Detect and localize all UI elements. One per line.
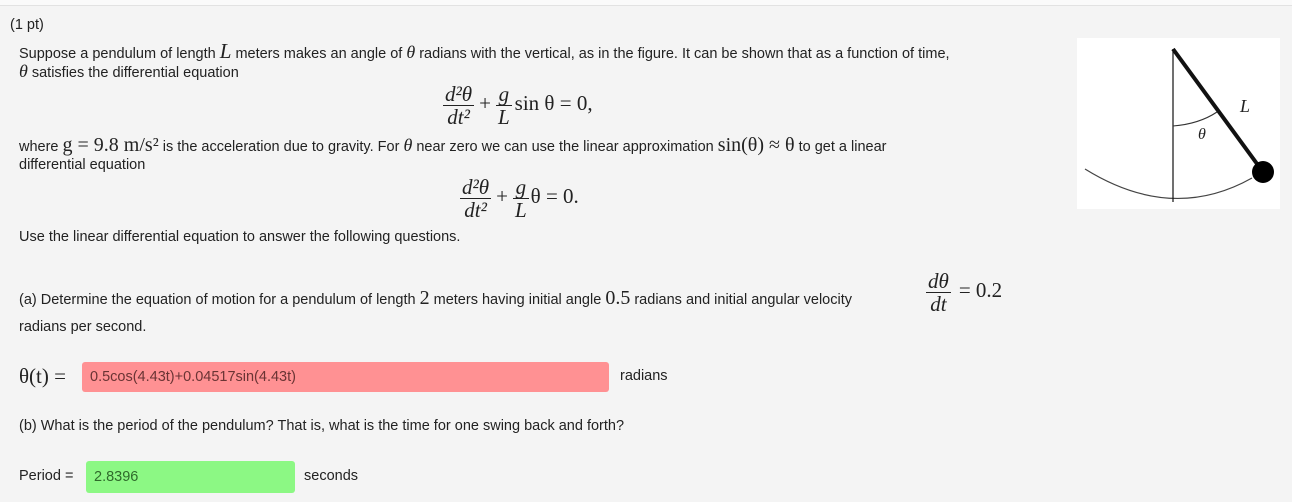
- frac-num: d²θ: [443, 82, 475, 106]
- pendulum-diagram: L θ: [1084, 47, 1274, 202]
- second-derivative-fraction: d²θ dt²: [443, 82, 475, 129]
- angle-arc: [1172, 111, 1218, 127]
- units-seconds: seconds: [304, 468, 359, 484]
- part-a-question: (a) Determine the equation of motion for…: [19, 287, 852, 310]
- var-theta: θ: [403, 135, 413, 155]
- equation-rest: sin θ = 0,: [514, 91, 593, 116]
- var-L: L: [219, 39, 232, 63]
- instruction-text: Use the linear differential equation to …: [19, 229, 461, 245]
- where-text-4: to get a linear: [794, 139, 887, 155]
- velocity-value: = 0.2: [958, 278, 1003, 303]
- var-theta: θ: [406, 42, 416, 62]
- part-b-question: (b) What is the period of the pendulum? …: [19, 418, 625, 434]
- frac-num: g: [495, 83, 512, 106]
- part-a-text-3: radians and initial angular velocity: [630, 292, 852, 308]
- intro-text-4: satisfies the differential equation: [27, 65, 239, 81]
- where-text-1: where: [19, 139, 63, 155]
- where-line-2: differential equation: [19, 157, 146, 173]
- top-border: [0, 0, 1292, 6]
- second-derivative-fraction: d²θ dt²: [460, 175, 492, 222]
- equation-linear: d²θ dt² + g Lθ = 0.: [460, 176, 579, 221]
- sin-approximation: sin(θ) ≈ θ: [717, 134, 795, 156]
- g-over-L-fraction: gL: [512, 176, 529, 222]
- intro-text-2: meters makes an angle of: [231, 46, 407, 62]
- angle-value: 0.5: [605, 287, 631, 309]
- length-value: 2: [419, 287, 430, 309]
- theta-t-label: θ(t) =: [19, 364, 66, 388]
- part-a-text-4: radians per second.: [19, 319, 147, 335]
- where-text-3: near zero we can use the linear approxim…: [412, 139, 718, 155]
- where-text-2: is the acceleration due to gravity. For: [158, 139, 404, 155]
- equation-rest: θ = 0.: [530, 184, 579, 209]
- var-theta: θ: [19, 61, 28, 81]
- units-radians: radians: [620, 368, 668, 384]
- pendulum-bob: [1252, 161, 1274, 183]
- intro-text-1: Suppose a pendulum of length: [19, 46, 220, 62]
- frac-den: dt²: [447, 105, 470, 129]
- plus-sign: +: [496, 184, 508, 209]
- label-theta: θ: [1198, 126, 1206, 143]
- frac-num: dθ: [926, 269, 951, 293]
- equation-nonlinear: d²θ dt² + g Lsin θ = 0,: [443, 83, 593, 128]
- points-label: (1 pt): [10, 17, 44, 33]
- frac-num: g: [512, 176, 529, 199]
- gravity-expression: g = 9.8 m/s²: [62, 134, 159, 156]
- plus-sign: +: [479, 91, 491, 116]
- where-line-1: where g = 9.8 m/s² is the acceleration d…: [19, 134, 886, 157]
- part-a-text-1: (a) Determine the equation of motion for…: [19, 292, 420, 308]
- part-a-text-2: meters having initial angle: [429, 292, 606, 308]
- frac-den: L: [497, 105, 510, 129]
- frac-num: d²θ: [460, 175, 492, 199]
- intro-text-3: radians with the vertical, as in the fig…: [415, 46, 950, 62]
- pendulum-figure: L θ: [1077, 38, 1280, 209]
- label-L: L: [1239, 96, 1250, 116]
- period-answer-input[interactable]: 2.8396: [86, 461, 295, 493]
- theta-answer-input[interactable]: 0.5cos(4.43t)+0.04517sin(4.43t): [82, 362, 609, 392]
- period-label: Period =: [19, 468, 74, 484]
- swing-arc: [1084, 168, 1253, 199]
- g-over-L-fraction: gL: [495, 83, 512, 129]
- intro-line-2: θ satisfies the differential equation: [19, 61, 239, 82]
- frac-den: dt²: [464, 198, 487, 222]
- frac-den: dt: [930, 292, 947, 316]
- angular-velocity-expression: dθ dt = 0.2: [926, 270, 1002, 315]
- d-theta-dt-fraction: dθ dt: [926, 270, 951, 315]
- frac-den: L: [514, 198, 527, 222]
